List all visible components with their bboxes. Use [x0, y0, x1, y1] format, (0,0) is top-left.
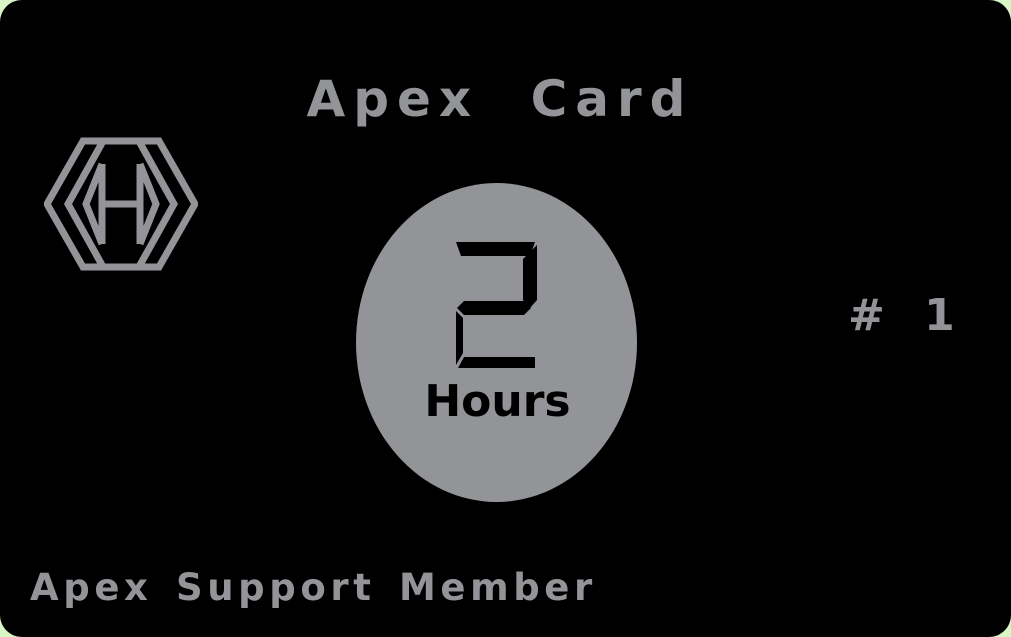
membership-label: Apex Support Member [30, 566, 597, 609]
card-number: # 1 [848, 290, 967, 341]
card-title: Apex Card [306, 70, 694, 128]
membership-card: Apex Card Hours # 1 Apex Support Member [0, 0, 1011, 637]
seven-segment-digit-2-icon [456, 242, 537, 368]
hours-label: Hours [424, 376, 571, 427]
hexagon-logo-icon [44, 137, 198, 271]
